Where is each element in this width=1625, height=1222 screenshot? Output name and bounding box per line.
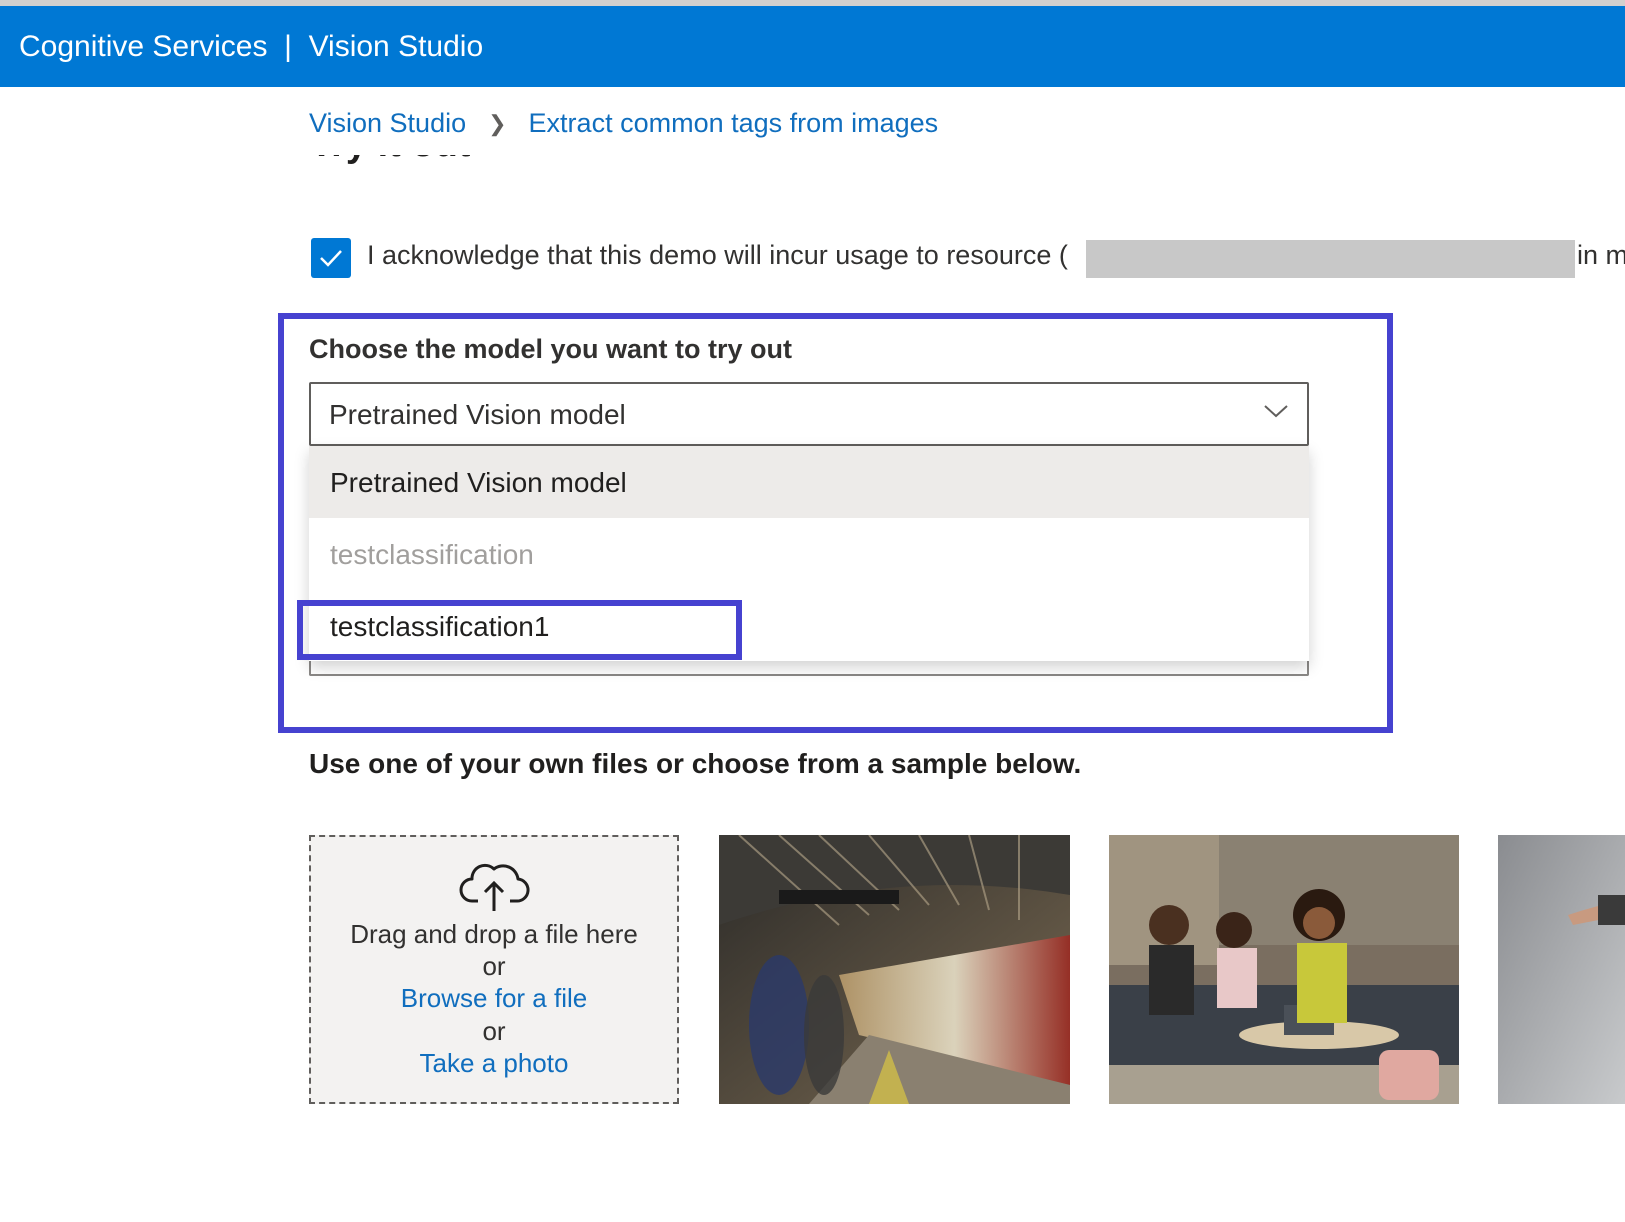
files-heading: Use one of your own files or choose from…	[309, 748, 1082, 779]
cloud-upload-icon	[459, 863, 530, 911]
acknowledge-checkbox[interactable]	[311, 238, 351, 278]
breadcrumb-home-link[interactable]: Vision Studio	[309, 108, 466, 139]
redacted-resource-name	[1086, 240, 1575, 278]
app-header: Cognitive Services | Vision Studio	[0, 6, 1625, 87]
meeting-image	[1109, 835, 1459, 1104]
acknowledge-text-tail: in m	[1577, 240, 1625, 270]
section-heading-text: Try it out	[310, 155, 470, 166]
app-title[interactable]: Cognitive Services | Vision Studio	[19, 30, 483, 64]
section-heading: Try it out	[310, 155, 470, 177]
acknowledge-text: I acknowledge that this demo will incur …	[367, 240, 1068, 270]
file-dropzone[interactable]: Drag and drop a file here or Browse for …	[309, 835, 679, 1104]
checkmark-icon	[320, 250, 342, 267]
sample-image-meeting[interactable]	[1109, 835, 1459, 1104]
breadcrumb-current-link[interactable]: Extract common tags from images	[529, 108, 939, 139]
subway-image	[719, 835, 1070, 1104]
dropzone-or: or	[482, 1016, 506, 1046]
take-photo-link[interactable]: Take a photo	[311, 1047, 677, 1080]
model-section-highlight	[278, 313, 1393, 733]
acknowledge-row	[311, 238, 351, 278]
sample-image-jumping[interactable]	[1498, 835, 1625, 1104]
breadcrumb: Vision Studio ❯ Extract common tags from…	[309, 108, 938, 139]
dropzone-or: or	[482, 951, 506, 981]
browse-file-link[interactable]: Browse for a file	[311, 982, 677, 1015]
dropzone-text: Drag and drop a file here	[350, 919, 638, 949]
option-highlight	[297, 600, 742, 660]
jumping-image	[1498, 835, 1625, 1104]
chevron-right-icon: ❯	[488, 110, 507, 136]
sample-image-subway[interactable]	[719, 835, 1070, 1104]
